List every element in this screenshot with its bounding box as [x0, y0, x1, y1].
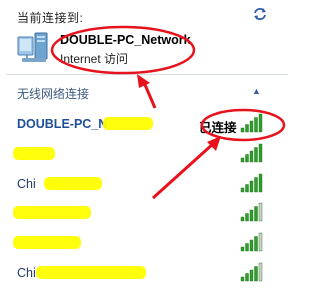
signal-bar [258, 173, 263, 193]
signal-bar [245, 124, 249, 133]
network-item[interactable]: Chi [0, 172, 295, 198]
signal-bar [245, 213, 249, 222]
redaction-mark [13, 147, 55, 160]
wifi-signal-icon [240, 232, 264, 252]
wifi-signal-icon [240, 113, 264, 133]
network-item[interactable]: DOUBLE-PC_N 已连接 [0, 112, 295, 138]
chevron-up-icon[interactable]: ▲ [252, 86, 261, 96]
signal-bar [249, 120, 254, 133]
signal-bar [245, 184, 249, 193]
signal-bar [254, 206, 258, 222]
network-item[interactable]: Chi [0, 261, 295, 287]
annotation-arrowhead-1 [137, 74, 150, 88]
signal-bar [254, 266, 258, 282]
current-connection-header: 当前连接到: [17, 11, 84, 25]
signal-bar [249, 269, 254, 282]
section-divider [6, 74, 288, 75]
signal-bar [254, 236, 258, 252]
signal-bar [258, 113, 263, 133]
signal-bar [245, 273, 249, 282]
signal-bar [240, 216, 245, 222]
redaction-mark [103, 117, 153, 130]
network-item[interactable] [0, 231, 295, 257]
signal-bar [249, 180, 254, 193]
signal-bar [254, 117, 258, 133]
network-item[interactable] [0, 142, 295, 168]
refresh-icon[interactable] [251, 5, 269, 23]
signal-bar [249, 239, 254, 252]
wireless-section-title: 无线网络连接 [17, 87, 90, 101]
signal-bar [254, 177, 258, 193]
signal-bar [254, 147, 258, 163]
signal-bar [240, 187, 245, 193]
network-item[interactable] [0, 201, 295, 227]
signal-bar [258, 262, 263, 282]
wifi-signal-icon [240, 173, 264, 193]
network-connected-status: 已连接 [199, 121, 237, 135]
current-connection[interactable]: DOUBLE-PC_Network Internet 访问 [17, 28, 217, 68]
redaction-mark [13, 236, 81, 249]
wifi-signal-icon [240, 262, 264, 282]
signal-bar [240, 127, 245, 133]
signal-bar [249, 209, 254, 222]
signal-bar [258, 232, 263, 252]
signal-bar [240, 157, 245, 163]
computer-network-icon [17, 31, 51, 65]
annotation-arrow-1 [141, 79, 157, 109]
signal-bar [258, 143, 263, 163]
network-name: Chi [17, 266, 36, 280]
signal-bar [240, 246, 245, 252]
connection-name: DOUBLE-PC_Network [60, 33, 191, 47]
network-name: Chi [17, 177, 36, 191]
signal-bar [245, 154, 249, 163]
redaction-mark [13, 206, 91, 219]
signal-bar [249, 150, 254, 163]
signal-bar [258, 202, 263, 222]
wifi-popup-panel: 当前连接到: DOUBLE-PC_Network Internet 访问 无线网… [0, 0, 295, 288]
connection-access-status: Internet 访问 [60, 52, 129, 66]
wifi-signal-icon [240, 202, 264, 222]
signal-bar [240, 276, 245, 282]
wifi-signal-icon [240, 143, 264, 163]
signal-bar [245, 243, 249, 252]
